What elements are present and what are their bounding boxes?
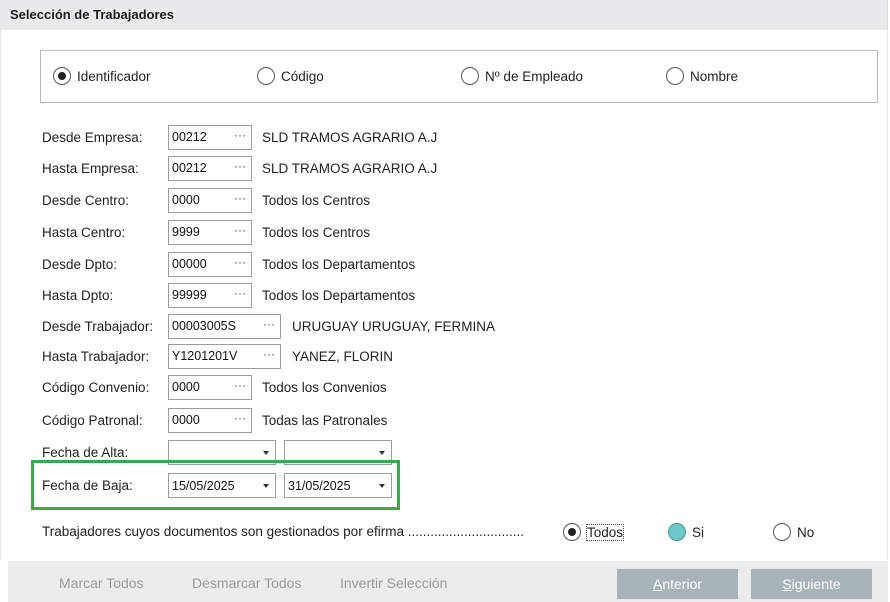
input-hasta-centro[interactable]: 9999 ···: [168, 220, 252, 245]
lookup-icon[interactable]: ···: [263, 347, 275, 361]
radio-efirma-si[interactable]: Si: [668, 523, 704, 541]
siguiente-button[interactable]: Siguiente: [751, 569, 872, 599]
desc-codigo-patronal: Todas las Patronales: [262, 413, 388, 428]
radio-identificador-label: Identificador: [77, 68, 151, 84]
desc-hasta-centro: Todos los Centros: [262, 225, 371, 240]
value-hasta-empresa: 00212: [172, 161, 207, 175]
label-desde-dpto: Desde Dpto:: [42, 257, 118, 272]
value-desde-empresa: 00212: [172, 130, 207, 144]
label-fecha-alta: Fecha de Alta:: [42, 445, 129, 460]
dropdown-arrow-icon[interactable]: [263, 451, 269, 455]
lookup-icon[interactable]: ···: [234, 378, 246, 392]
panel-left-border: [0, 30, 1, 560]
footer-toolbar: Marcar Todos Desmarcar Todos Invertir Se…: [8, 561, 888, 602]
radio-efirma-no[interactable]: No: [773, 523, 814, 541]
radio-numero-empleado-label: Nº de Empleado: [485, 68, 583, 84]
label-codigo-patronal: Código Patronal:: [42, 413, 143, 428]
lookup-icon[interactable]: ···: [234, 191, 246, 205]
label-desde-empresa: Desde Empresa:: [42, 130, 143, 145]
anterior-label: nterior: [662, 576, 703, 592]
value-codigo-convenio: 0000: [172, 380, 200, 394]
label-hasta-dpto: Hasta Dpto:: [42, 288, 114, 303]
anterior-button[interactable]: Anterior: [617, 569, 738, 599]
radio-efirma-todos-indicator[interactable]: [563, 523, 581, 541]
radio-numero-empleado[interactable]: Nº de Empleado: [461, 67, 583, 85]
fecha-baja-highlight: [31, 460, 400, 510]
value-hasta-centro: 9999: [172, 225, 200, 239]
radio-efirma-todos-label: Todos: [585, 523, 625, 541]
efirma-label: Trabajadores cuyos documentos son gestio…: [42, 524, 524, 539]
input-hasta-empresa[interactable]: 00212 ···: [168, 156, 252, 181]
desc-hasta-empresa: SLD TRAMOS AGRARIO A.J: [262, 161, 438, 176]
anterior-mnemonic: A: [652, 576, 663, 592]
panel-right-border: [887, 30, 888, 560]
radio-efirma-si-indicator[interactable]: [668, 523, 686, 541]
label-hasta-centro: Hasta Centro:: [42, 225, 126, 240]
desc-desde-dpto: Todos los Departamentos: [262, 257, 416, 272]
lookup-icon[interactable]: ···: [234, 159, 246, 173]
dropdown-arrow-icon[interactable]: [379, 451, 385, 455]
input-desde-dpto[interactable]: 00000 ···: [168, 252, 252, 277]
lookup-icon[interactable]: ···: [234, 223, 246, 237]
radio-efirma-no-indicator[interactable]: [773, 523, 791, 541]
desmarcar-todos-button[interactable]: Desmarcar Todos: [192, 575, 301, 591]
desc-codigo-convenio: Todos los Convenios: [262, 380, 387, 395]
lookup-icon[interactable]: ···: [234, 128, 246, 142]
desc-hasta-dpto: Todos los Departamentos: [262, 288, 416, 303]
value-desde-dpto: 00000: [172, 257, 207, 271]
lookup-icon[interactable]: ···: [234, 411, 246, 425]
radio-nombre-label: Nombre: [690, 68, 739, 84]
label-codigo-convenio: Código Convenio:: [42, 380, 150, 395]
radio-nombre-indicator[interactable]: [666, 67, 684, 85]
radio-efirma-no-label: No: [797, 524, 815, 540]
radio-nombre[interactable]: Nombre: [666, 67, 738, 85]
desc-hasta-trabajador: YANEZ, FLORIN: [292, 349, 394, 364]
desc-desde-centro: Todos los Centros: [262, 193, 371, 208]
siguiente-mnemonic: S: [782, 576, 792, 592]
radio-codigo-label: Código: [281, 68, 324, 84]
marcar-todos-button[interactable]: Marcar Todos: [59, 575, 144, 591]
value-hasta-trabajador: Y1201201V: [172, 349, 238, 363]
label-hasta-empresa: Hasta Empresa:: [42, 161, 139, 176]
input-codigo-convenio[interactable]: 0000 ···: [168, 375, 252, 400]
invertir-seleccion-button[interactable]: Invertir Selección: [340, 575, 447, 591]
input-desde-empresa[interactable]: 00212 ···: [168, 125, 252, 150]
desc-desde-trabajador: URUGUAY URUGUAY, FERMINA: [292, 319, 496, 334]
input-desde-trabajador[interactable]: 00003005S ···: [168, 314, 281, 339]
label-desde-centro: Desde Centro:: [42, 193, 130, 208]
value-desde-centro: 0000: [172, 193, 200, 207]
value-desde-trabajador: 00003005S: [172, 319, 236, 333]
sort-option-group: Identificador Código Nº de Empleado Nomb…: [40, 50, 878, 103]
input-codigo-patronal[interactable]: 0000 ···: [168, 408, 252, 433]
lookup-icon[interactable]: ···: [234, 286, 246, 300]
desc-desde-empresa: SLD TRAMOS AGRARIO A.J: [262, 130, 438, 145]
siguiente-label: iguiente: [791, 576, 841, 592]
radio-codigo-indicator[interactable]: [257, 67, 275, 85]
lookup-icon[interactable]: ···: [263, 317, 275, 331]
lookup-icon[interactable]: ···: [234, 255, 246, 269]
title-bar: Selección de Trabajadores: [0, 0, 888, 30]
radio-codigo[interactable]: Código: [257, 67, 324, 85]
radio-numero-empleado-indicator[interactable]: [461, 67, 479, 85]
radio-efirma-todos[interactable]: Todos: [563, 523, 625, 541]
input-hasta-trabajador[interactable]: Y1201201V ···: [168, 344, 281, 369]
value-codigo-patronal: 0000: [172, 413, 200, 427]
label-hasta-trabajador: Hasta Trabajador:: [42, 349, 150, 364]
radio-identificador[interactable]: Identificador: [53, 67, 151, 85]
window-title: Selección de Trabajadores: [10, 7, 175, 22]
input-desde-centro[interactable]: 0000 ···: [168, 188, 252, 213]
input-hasta-dpto[interactable]: 99999 ···: [168, 283, 252, 308]
radio-identificador-indicator[interactable]: [53, 67, 71, 85]
label-desde-trabajador: Desde Trabajador:: [42, 319, 154, 334]
radio-efirma-si-label: Si: [692, 524, 705, 540]
value-hasta-dpto: 99999: [172, 288, 207, 302]
